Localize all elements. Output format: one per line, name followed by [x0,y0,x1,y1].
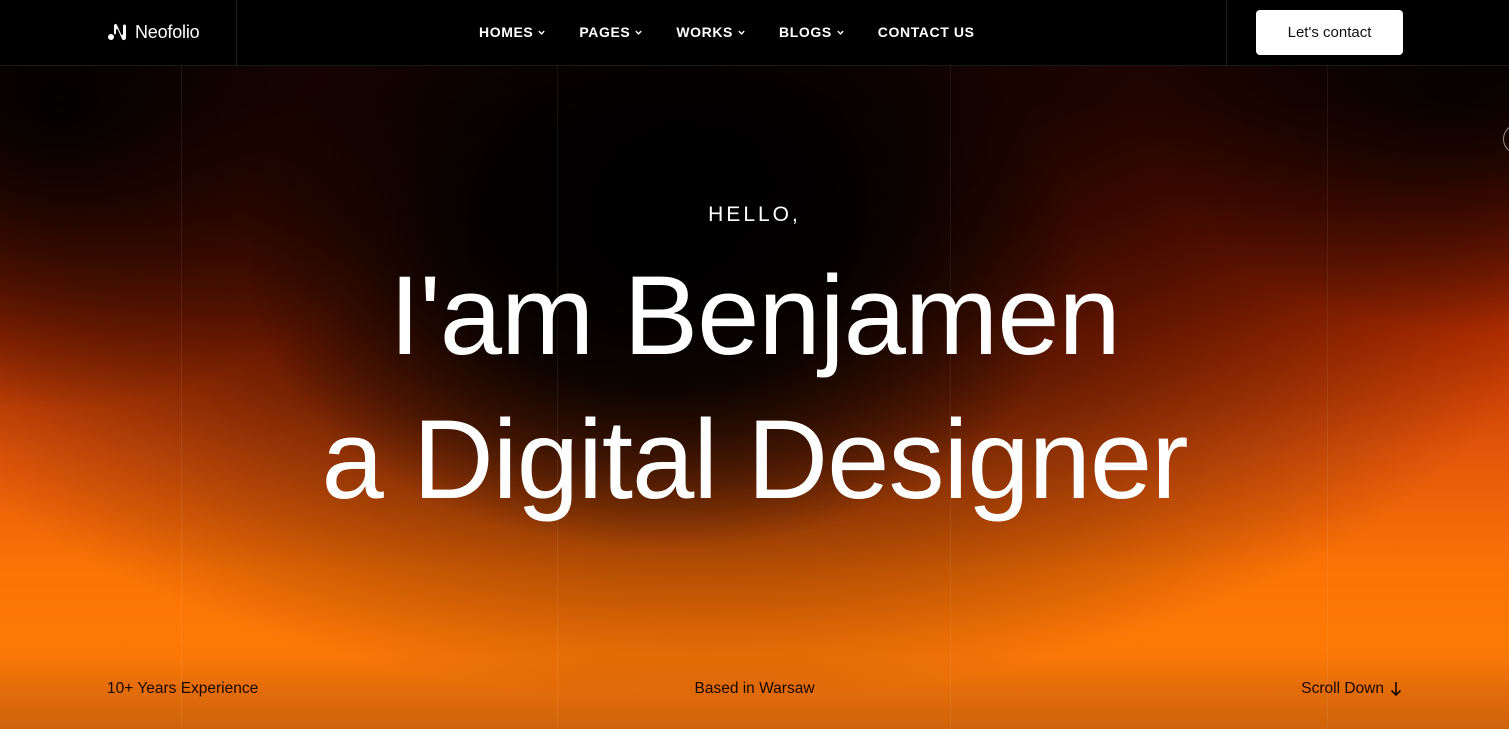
nav-item-label: CONTACT US [877,24,975,40]
scroll-down-link[interactable]: Scroll Down [1301,680,1402,698]
nav-item-pages[interactable]: PAGES [579,24,643,40]
hero-headline-line2: a Digital Designer [321,397,1189,522]
nav-item-label: WORKS [676,24,733,40]
nav-item-contact-us[interactable]: CONTACT US [878,24,975,40]
nav-item-homes[interactable]: HOMES [479,24,546,40]
nav-item-label: BLOGS [779,24,832,40]
header-divider [1226,0,1227,66]
nav-item-blogs[interactable]: BLOGS [779,24,845,40]
header-divider [236,0,237,66]
logo-mark-icon [108,23,126,41]
main-nav: HOMES PAGES WORKS BLOGS CONTACT US [479,24,975,40]
scroll-down-label: Scroll Down [1301,680,1384,697]
site-logo[interactable]: Neofolio [107,21,200,43]
chevron-down-icon [837,30,844,35]
chevron-down-icon [538,30,546,35]
chevron-down-icon [738,30,745,35]
grid-line [1327,66,1328,729]
hero-headline-line1: I'am Benjamen [389,253,1121,378]
site-header: Neofolio HOMES PAGES WORKS BLOGS CONTACT… [0,0,1509,66]
chevron-down-icon [635,30,643,35]
nav-item-label: HOMES [479,24,534,40]
hero-greeting: HELLO, [708,203,801,226]
logo-text: Neofolio [135,21,200,42]
nav-item-works[interactable]: WORKS [676,24,746,40]
location-text: Based in Warsaw [694,680,815,697]
lets-contact-button[interactable]: Let's contact [1256,10,1403,55]
arrow-down-icon [1390,682,1402,697]
grid-line [181,66,182,729]
nav-item-label: PAGES [579,24,631,40]
